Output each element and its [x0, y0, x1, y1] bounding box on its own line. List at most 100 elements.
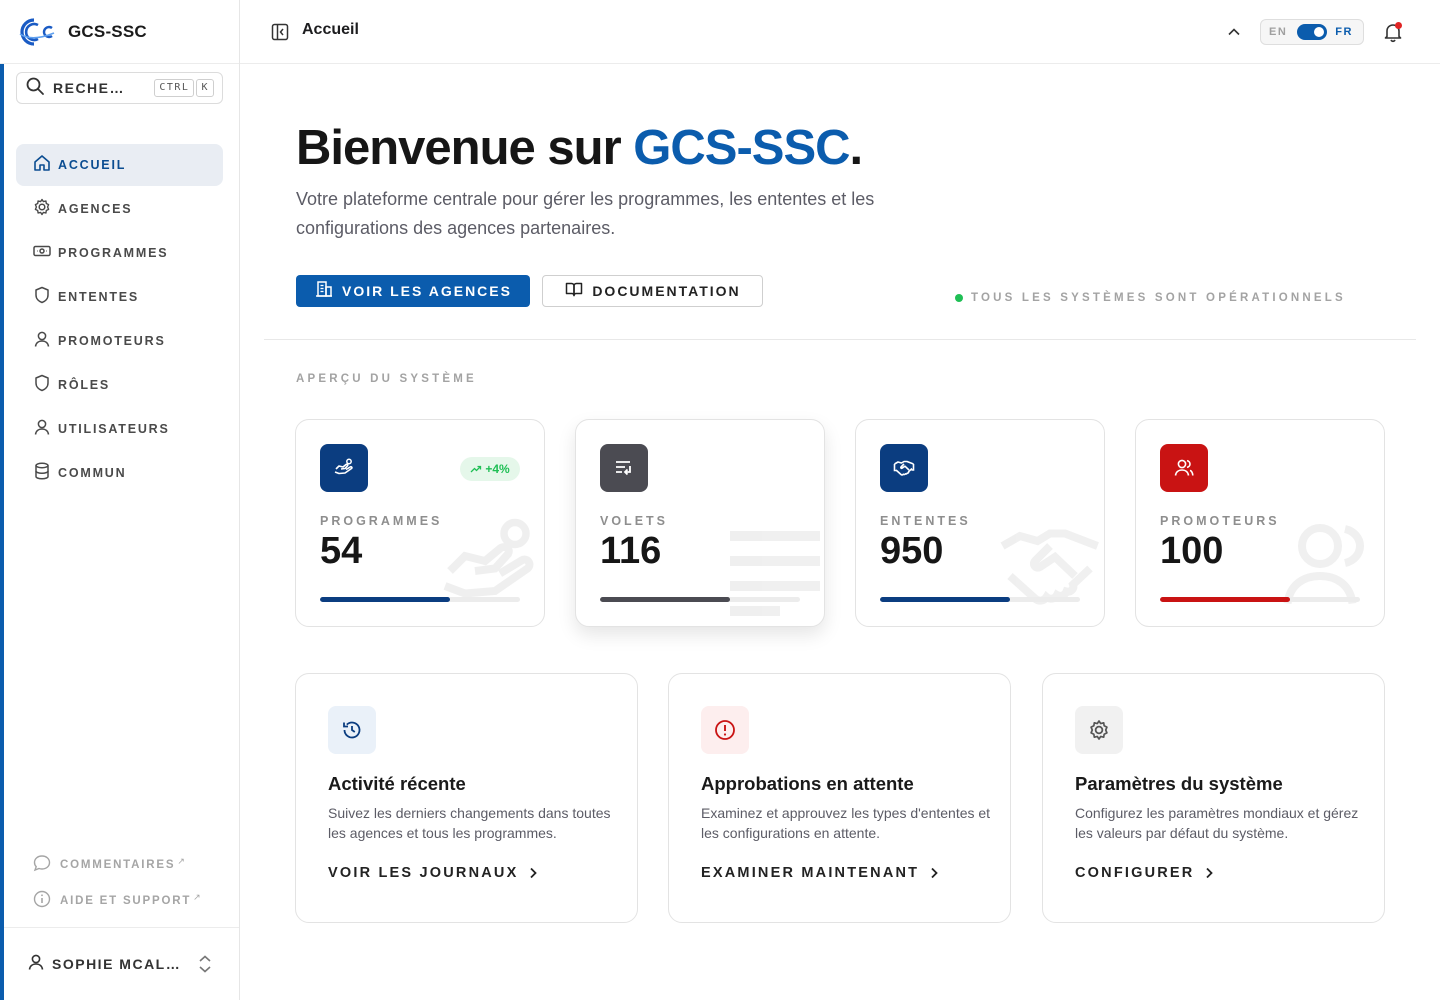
user-icon — [32, 329, 52, 354]
stat-card-ententes[interactable]: ENTENTES 950 — [855, 419, 1105, 627]
history-icon — [328, 706, 376, 754]
feature-card-system-settings[interactable]: Paramètres du système Configurez les par… — [1042, 673, 1385, 923]
trend-badge: +4% — [460, 457, 520, 481]
list-arrow-icon — [600, 444, 648, 492]
keyboard-shortcut: CTRL K — [154, 79, 214, 97]
sidebar-item-utilisateurs[interactable]: UTILISATEURS — [16, 408, 223, 450]
brand-name: GCS-SSC — [68, 21, 147, 41]
system-status: TOUS LES SYSTÈMES SONT OPÉRATIONNELS — [955, 292, 1346, 304]
breadcrumb: Accueil — [302, 21, 359, 38]
view-agencies-button[interactable]: VOIR LES AGENCES — [296, 275, 530, 307]
help-support-link[interactable]: AIDE ET SUPPORT ↗ — [32, 888, 201, 914]
stat-progress-fill — [880, 597, 1010, 602]
review-now-link[interactable]: EXAMINER MAINTENANT — [701, 865, 941, 881]
feature-card-recent-activity[interactable]: Activité récente Suivez les derniers cha… — [295, 673, 638, 923]
feature-title: Approbations en attente — [701, 773, 914, 794]
language-fr: FR — [1335, 26, 1353, 38]
list-watermark-icon — [700, 506, 824, 626]
search-label: RECHERCHER — [53, 80, 135, 96]
sidebar-item-label: ACCUEIL — [58, 158, 127, 172]
stat-progress — [1160, 597, 1360, 602]
chevron-right-icon — [530, 867, 538, 879]
feature-description: Examinez et approuvez les types d'entent… — [701, 805, 991, 841]
title-suffix: . — [849, 121, 864, 175]
language-toggle[interactable]: EN FR — [1260, 19, 1364, 45]
external-link-icon: ↗ — [177, 855, 185, 866]
title-brand: GCS-SSC — [633, 121, 850, 175]
sidebar-item-label: AGENCES — [58, 202, 133, 216]
handshake-icon — [880, 444, 928, 492]
topbar: Accueil EN FR — [240, 0, 1440, 64]
feature-description: Configurez les paramètres mondiaux et gé… — [1075, 805, 1359, 841]
sidebar-item-accueil[interactable]: ACCUEIL — [16, 144, 223, 186]
sidebar-item-programmes[interactable]: PROGRAMMES — [16, 232, 223, 274]
stat-card-programmes[interactable]: +4% PROGRAMMES 54 — [295, 419, 545, 627]
configure-link[interactable]: CONFIGURER — [1075, 865, 1216, 881]
gear-icon — [1075, 706, 1123, 754]
sidebar-item-label: PROGRAMMES — [58, 246, 169, 260]
sidebar-item-promoteurs[interactable]: PROMOTEURS — [16, 320, 223, 362]
page-subtitle: Votre plateforme centrale pour gérer les… — [296, 189, 875, 238]
handshake-coins-icon — [320, 444, 368, 492]
chevron-right-icon — [931, 867, 938, 879]
language-switch[interactable] — [1297, 24, 1328, 40]
title-prefix: Bienvenue sur — [296, 121, 634, 175]
user-icon — [32, 417, 52, 442]
stat-card-volets[interactable]: VOLETS 116 — [575, 419, 825, 627]
search-button[interactable]: RECHERCHER CTRL K — [16, 72, 223, 104]
handshake-watermark-icon — [980, 506, 1104, 626]
chevron-up-icon[interactable] — [1226, 24, 1242, 45]
alert-circle-icon — [701, 706, 749, 754]
stat-progress-fill — [320, 597, 450, 602]
sidebar-item-commun[interactable]: COMMUN — [16, 452, 223, 494]
sidebar-item-label: UTILISATEURS — [58, 422, 170, 436]
feature-title: Activité récente — [328, 773, 466, 794]
sidebar-item-label: COMMUN — [58, 466, 127, 480]
stat-progress — [600, 597, 800, 602]
view-logs-link[interactable]: VOIR LES JOURNAUX — [328, 865, 540, 881]
kbd-ctrl: CTRL — [154, 79, 195, 97]
view-agencies-label: VOIR LES AGENCES — [342, 283, 512, 299]
sidebar-item-roles[interactable]: RÔLES — [16, 364, 223, 406]
page-title: Bienvenue sur GCS-SSC. — [296, 120, 864, 176]
sidebar-item-label: RÔLES — [58, 378, 111, 392]
stat-progress — [880, 597, 1080, 602]
sidebar: GCS-SSC RECHERCHER CTRL K ACCUEIL AGENCE… — [0, 0, 240, 1000]
database-icon — [32, 461, 52, 486]
book-open-icon — [564, 279, 584, 304]
feature-title: Paramètres du système — [1075, 773, 1283, 794]
sidebar-toggle-icon[interactable] — [270, 22, 290, 47]
language-en: EN — [1269, 26, 1288, 38]
user-icon — [26, 952, 46, 977]
banknote-icon — [32, 241, 52, 266]
stat-progress-fill — [1160, 597, 1290, 602]
feature-link-label: VOIR LES JOURNAUX — [328, 865, 519, 881]
status-text: TOUS LES SYSTÈMES SONT OPÉRATIONNELS — [971, 292, 1346, 304]
stat-card-promoteurs[interactable]: PROMOTEURS 100 — [1135, 419, 1385, 627]
status-dot — [955, 294, 963, 302]
feature-link-label: CONFIGURER — [1075, 865, 1195, 881]
users-icon — [1160, 444, 1208, 492]
stat-label: PROMOTEURS — [1160, 514, 1280, 528]
documentation-button[interactable]: DOCUMENTATION — [542, 275, 763, 307]
comment-icon — [32, 853, 52, 878]
section-divider — [264, 339, 1416, 340]
brand[interactable]: GCS-SSC — [0, 0, 239, 64]
feature-card-pending-approvals[interactable]: Approbations en attente Examinez et appr… — [668, 673, 1011, 923]
sidebar-footer-links: COMMENTAIRES ↗ AIDE ET SUPPORT ↗ — [32, 852, 201, 924]
sidebar-item-ententes[interactable]: ENTENTES — [16, 276, 223, 318]
gcs-logo-icon — [16, 16, 56, 48]
stat-value: 116 — [600, 530, 662, 572]
sidebar-nav: ACCUEIL AGENCES PROGRAMMES ENTENTES PROM… — [16, 144, 223, 496]
feedback-link[interactable]: COMMENTAIRES ↗ — [32, 852, 201, 878]
external-link-icon: ↗ — [193, 891, 201, 902]
feature-description: Suivez les derniers changements dans tou… — [328, 805, 611, 841]
building-icon — [314, 279, 334, 304]
stat-progress — [320, 597, 520, 602]
sidebar-item-agences[interactable]: AGENCES — [16, 188, 223, 230]
chevron-right-icon — [1206, 867, 1214, 879]
shield-icon — [32, 285, 52, 310]
search-icon — [25, 76, 45, 101]
home-icon — [32, 153, 52, 178]
user-menu-button[interactable]: SOPHIE MCALLISTER — [4, 927, 239, 1000]
